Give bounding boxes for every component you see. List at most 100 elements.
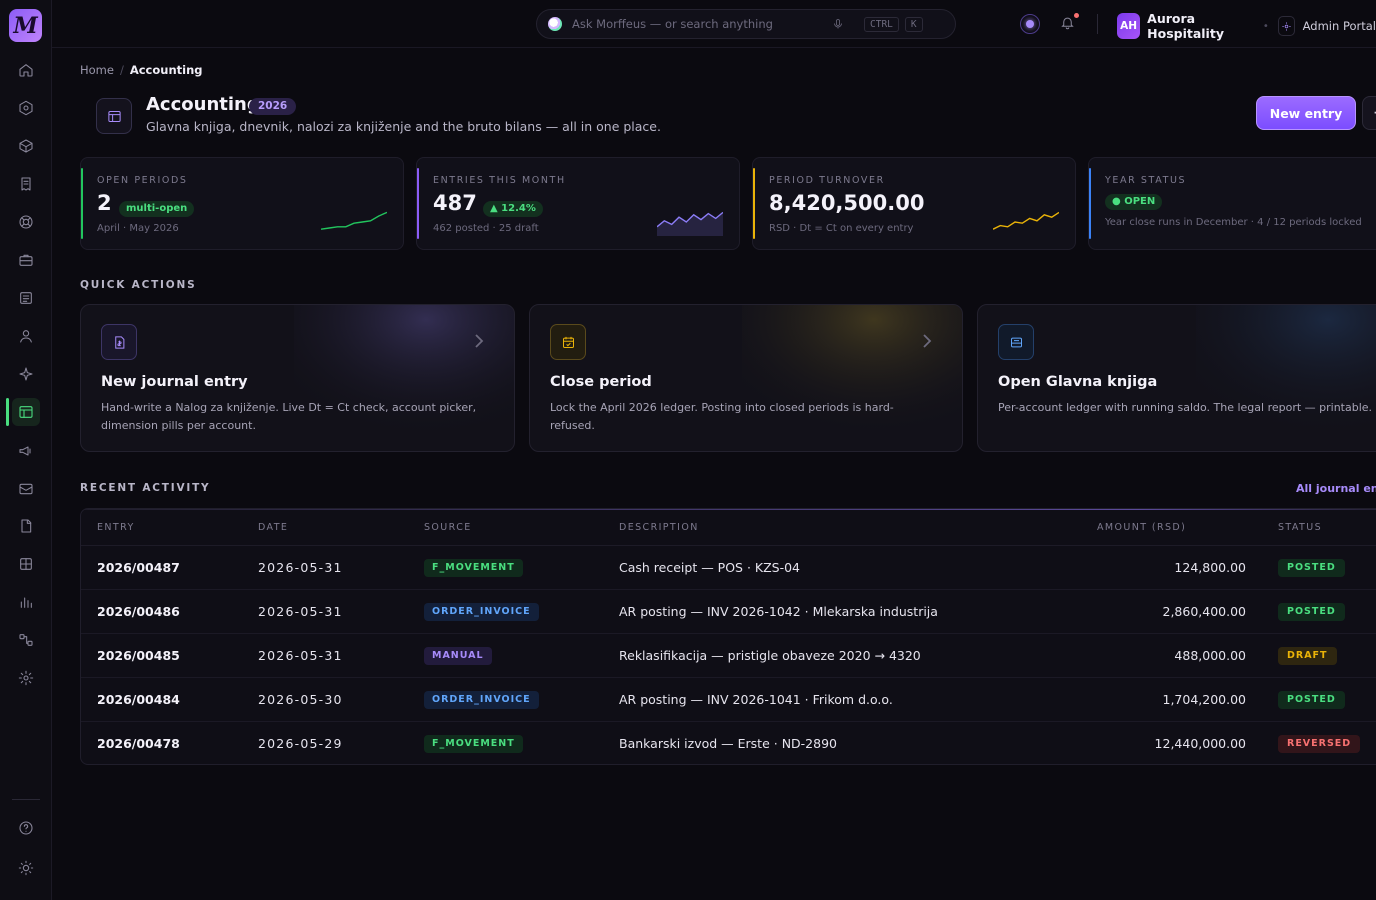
- kbd-k: K: [904, 16, 923, 32]
- nav-file-icon[interactable]: [12, 512, 40, 540]
- quick-action-close-period[interactable]: Close period Lock the April 2026 ledger.…: [529, 304, 963, 452]
- nav-workflow-icon[interactable]: [12, 626, 40, 654]
- nav-user-icon[interactable]: [12, 322, 40, 350]
- nav-grid-icon[interactable]: [12, 550, 40, 578]
- nav-receipt-icon[interactable]: [12, 170, 40, 198]
- column-header-status[interactable]: STATUS: [1278, 522, 1322, 533]
- notification-dot: [1074, 13, 1079, 18]
- breadcrumb-separator: /: [119, 63, 124, 77]
- nav-accounting-icon[interactable]: [12, 398, 40, 426]
- source-badge: F_MOVEMENT: [424, 735, 523, 753]
- column-header-source[interactable]: SOURCE: [424, 522, 472, 533]
- quick-action-new-journal-entry[interactable]: New journal entry Hand-write a Nalog za …: [80, 304, 515, 452]
- cell-description: AR posting — INV 2026-1042 · Mlekarska i…: [619, 604, 938, 619]
- stat-accent: [81, 168, 83, 239]
- recent-activity-title: RECENT ACTIVITY: [80, 482, 211, 494]
- nav-megaphone-icon[interactable]: [12, 437, 40, 465]
- ai-status-icon[interactable]: [1020, 14, 1040, 34]
- year-badge: 2026: [249, 98, 297, 115]
- stat-pill: ▲ 12.4%: [483, 201, 543, 217]
- table-row[interactable]: 2026/00484 2026-05-30 ORDER_INVOICE AR post…: [81, 678, 1376, 722]
- stat-period-turnover: PERIOD TURNOVER 8,420,500.00 RSD · Dt = …: [752, 157, 1076, 250]
- search-bar[interactable]: Ask Morffeus — or search anything CTRL K: [536, 9, 956, 39]
- app-logo[interactable]: M: [9, 9, 42, 42]
- recent-activity-table: ENTRY DATE SOURCE DESCRIPTION AMOUNT (RS…: [80, 508, 1376, 765]
- cell-date: 2026-05-30: [258, 692, 343, 707]
- cell-entry[interactable]: 2026/00485: [97, 648, 180, 663]
- stat-label: YEAR STATUS: [1105, 175, 1187, 186]
- stat-label: PERIOD TURNOVER: [769, 175, 885, 186]
- stat-year-status: YEAR STATUS ● OPEN Year close runs in De…: [1088, 157, 1376, 250]
- status-badge: POSTED: [1278, 603, 1345, 621]
- sparkline-line: [321, 211, 387, 230]
- cell-description: Bankarski izvod — Erste · ND-2890: [619, 736, 837, 751]
- status-badge: DRAFT: [1278, 647, 1337, 665]
- microphone-icon[interactable]: [832, 15, 844, 34]
- cell-entry[interactable]: 2026/00487: [97, 560, 180, 575]
- quick-actions-title: QUICK ACTIONS: [80, 279, 197, 291]
- column-header-date[interactable]: DATE: [258, 522, 288, 533]
- column-header-description[interactable]: DESCRIPTION: [619, 522, 699, 533]
- nav-settings-icon[interactable]: [12, 664, 40, 692]
- breadcrumb-home[interactable]: Home: [80, 63, 114, 77]
- cell-date: 2026-05-31: [258, 560, 343, 575]
- stat-foot: Year close runs in December · 4 / 12 per…: [1105, 217, 1362, 228]
- table-header: ENTRY DATE SOURCE DESCRIPTION AMOUNT (RS…: [81, 509, 1376, 546]
- column-header-entry[interactable]: ENTRY: [97, 522, 135, 533]
- nav-sparkle-icon[interactable]: [12, 360, 40, 388]
- sparkline-line: [993, 211, 1059, 230]
- cell-entry[interactable]: 2026/00486: [97, 604, 180, 619]
- cell-description: Cash receipt — POS · KZS-04: [619, 560, 801, 575]
- nav-help-icon[interactable]: [12, 814, 40, 842]
- cell-description: AR posting — INV 2026-1041 · Frikom d.o.…: [619, 692, 893, 707]
- table-row[interactable]: 2026/00486 2026-05-31 ORDER_INVOICE AR post…: [81, 590, 1376, 634]
- column-header-amount[interactable]: AMOUNT (RSD): [1097, 522, 1186, 533]
- portal-gear-icon: [1277, 16, 1295, 36]
- nav-bar-chart-icon[interactable]: [12, 588, 40, 616]
- nav-tickets-icon[interactable]: [12, 475, 40, 503]
- quick-action-desc: Hand-write a Nalog za knjiženje. Live Dt…: [101, 401, 477, 432]
- stat-pill: multi-open: [119, 201, 195, 217]
- more-actions-button[interactable]: ⋯: [1362, 96, 1376, 130]
- org-switcher[interactable]: AH Aurora Hospitality • Admin Portal: [1117, 11, 1376, 41]
- stat-entries-this-month: ENTRIES THIS MONTH 487 ▲ 12.4% 462 poste…: [416, 157, 740, 250]
- quick-action-desc: Per-account ledger with running saldo. T…: [998, 401, 1373, 414]
- chevron-right-icon: [472, 333, 486, 353]
- search-input[interactable]: Ask Morffeus — or search anything: [572, 17, 832, 31]
- cell-amount: 124,800.00: [1174, 560, 1246, 575]
- source-badge: F_MOVEMENT: [424, 559, 523, 577]
- nav-theme-icon[interactable]: [12, 854, 40, 882]
- table-row[interactable]: 2026/00487 2026-05-31 F_MOVEMENT Cash recei…: [81, 546, 1376, 590]
- breadcrumb: Home / Accounting: [80, 63, 203, 77]
- sidebar: M: [0, 0, 52, 900]
- cell-amount: 2,860,400.00: [1162, 604, 1247, 619]
- nav-hexagon-icon[interactable]: [12, 94, 40, 122]
- stat-value: 8,420,500.00: [769, 191, 925, 215]
- org-name: Aurora Hospitality: [1147, 11, 1224, 41]
- notifications-bell-icon[interactable]: [1060, 13, 1079, 34]
- cell-date: 2026-05-31: [258, 648, 343, 663]
- nav-lifebuoy-icon[interactable]: [12, 208, 40, 236]
- cell-entry[interactable]: 2026/00484: [97, 692, 180, 707]
- source-badge: ORDER_INVOICE: [424, 603, 539, 621]
- sidebar-divider: [12, 799, 40, 800]
- status-badge: POSTED: [1278, 691, 1345, 709]
- nav-document-icon[interactable]: [12, 284, 40, 312]
- sparkline-chart: [993, 211, 1059, 230]
- stat-accent: [753, 168, 755, 239]
- all-journal-entries-link[interactable]: All journal entries: [1296, 482, 1376, 495]
- table-row[interactable]: 2026/00478 2026-05-29 F_MOVEMENT Bankarski …: [81, 722, 1376, 764]
- journal-icon: [101, 324, 137, 360]
- nav-box-icon[interactable]: [12, 132, 40, 160]
- cell-entry[interactable]: 2026/00478: [97, 736, 180, 751]
- separator-dot: •: [1262, 20, 1269, 32]
- nav-home-icon[interactable]: [12, 56, 40, 84]
- stat-value: 487: [433, 191, 477, 215]
- quick-action-title: Open Glavna knjiga: [998, 374, 1158, 390]
- nav-briefcase-icon[interactable]: [12, 246, 40, 274]
- new-entry-button[interactable]: New entry: [1256, 96, 1356, 130]
- status-badge: ● OPEN: [1105, 194, 1163, 210]
- cell-amount: 488,000.00: [1174, 648, 1246, 663]
- table-row[interactable]: 2026/00485 2026-05-31 MANUAL Reklasifikacij…: [81, 634, 1376, 678]
- quick-action-open-glavna-knjiga[interactable]: Open Glavna knjiga Per-account ledger wi…: [977, 304, 1376, 452]
